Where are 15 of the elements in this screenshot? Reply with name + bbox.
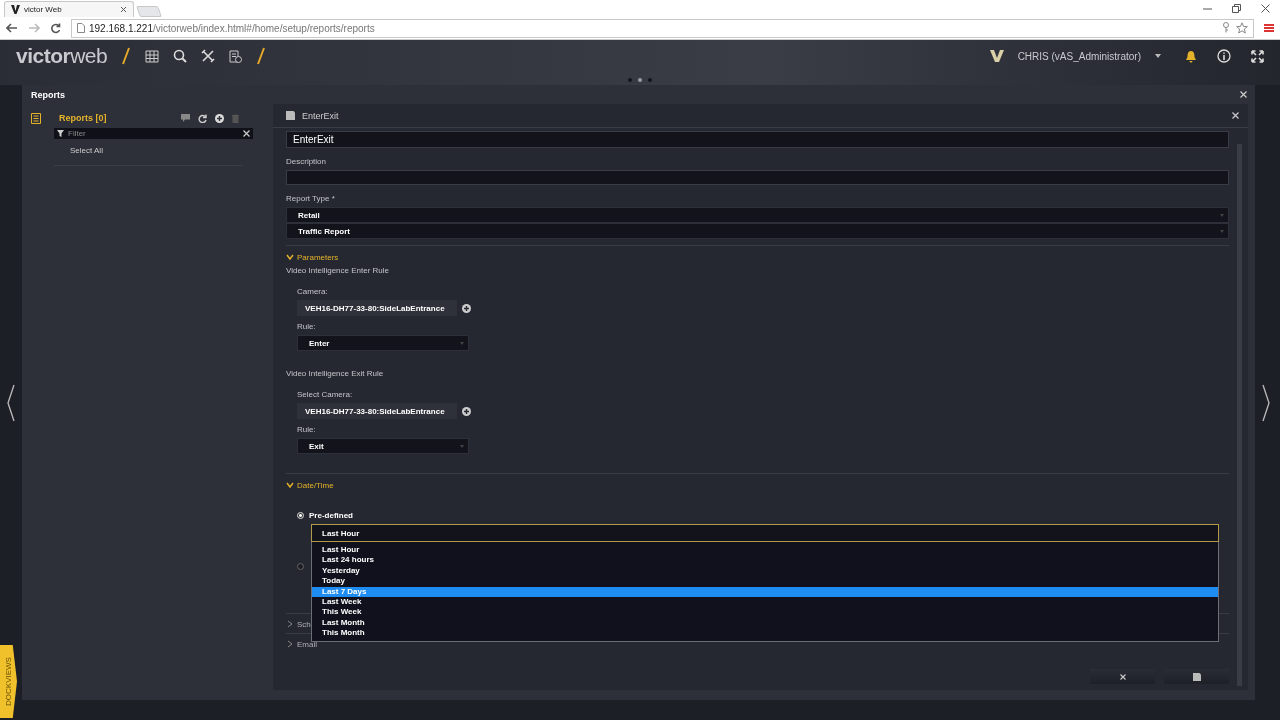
rule-label: Rule: — [297, 322, 317, 331]
reports-title: Reports [0] — [59, 113, 108, 123]
panel-title: Reports — [31, 89, 65, 100]
description-label: Description — [286, 157, 327, 166]
rule-group-title: Video Intelligence Enter Rule — [286, 266, 391, 275]
report-type-label: Report Type * — [286, 194, 336, 203]
editor-title: EnterExit — [302, 110, 340, 121]
victorweb-logo: victorweb — [16, 44, 108, 68]
url-host: 192.168.1.221 — [89, 22, 153, 34]
radio-label: Pre-defined — [309, 510, 353, 520]
camera-label: Select Camera: — [297, 390, 354, 399]
url-path: /victorweb/index.html#/home/setup/reports/reports — [152, 22, 375, 34]
camera-label: Camera: — [297, 287, 329, 296]
rule-label: Rule: — [297, 425, 317, 434]
rule-group-title: Video Intelligence Exit Rule — [286, 369, 385, 378]
